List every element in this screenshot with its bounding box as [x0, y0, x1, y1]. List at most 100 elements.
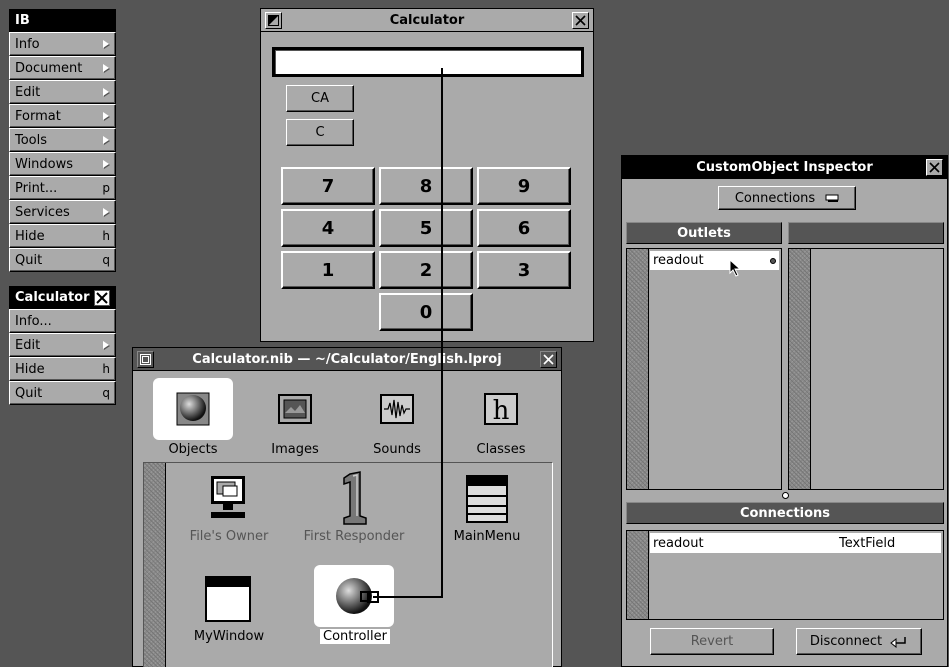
tab-images[interactable]: Images [255, 378, 335, 457]
menu-item-edit[interactable]: Edit [9, 333, 116, 357]
nib-document-window: Calculator.nib — ~/Calculator/English.lp… [132, 347, 562, 667]
menu-item-windows[interactable]: Windows [9, 152, 116, 176]
image-icon [278, 394, 312, 424]
object-icon-box [188, 469, 268, 527]
menu-item-quit[interactable]: Quit q [9, 248, 116, 272]
tab-label: Sounds [373, 442, 421, 457]
digit-label: 7 [321, 175, 335, 197]
menu-item-document[interactable]: Document [9, 56, 116, 80]
object-icon-box [294, 469, 414, 527]
tab-objects[interactable]: Objects [153, 378, 233, 457]
digit-5-button[interactable]: 5 [379, 209, 473, 247]
object-label: MainMenu [453, 529, 521, 544]
object-label: File's Owner [189, 529, 269, 544]
sphere-icon [336, 578, 372, 614]
outlets-header: Outlets [626, 222, 782, 244]
digit-0-button[interactable]: 0 [379, 293, 473, 331]
menu-item-label: Edit [15, 337, 41, 353]
object-icon-box [442, 469, 532, 527]
vertical-scroller[interactable] [627, 249, 649, 489]
outlets-column: readout [626, 248, 782, 490]
digit-6-button[interactable]: 6 [477, 209, 571, 247]
close-icon[interactable] [572, 12, 589, 29]
header-label: Connections [739, 505, 831, 521]
calculator-titlebar[interactable]: Calculator [261, 9, 593, 32]
menu-item-label: Document [15, 60, 83, 76]
inspector-titlebar[interactable]: CustomObject Inspector [622, 156, 947, 179]
vertical-scroller[interactable] [144, 463, 166, 667]
menu-item-info[interactable]: Info [9, 32, 116, 56]
return-key-icon [890, 636, 906, 648]
close-icon[interactable] [94, 289, 110, 306]
digit-7-button[interactable]: 7 [281, 167, 375, 205]
menu-item-edit[interactable]: Edit [9, 80, 116, 104]
tab-sounds[interactable]: Sounds [357, 378, 437, 457]
computer-icon [211, 476, 245, 518]
connected-dot-icon [770, 257, 776, 264]
tab-classes[interactable]: h Classes [461, 378, 541, 457]
nib-titlebar[interactable]: Calculator.nib — ~/Calculator/English.lp… [133, 348, 561, 371]
digit-3-button[interactable]: 3 [477, 251, 571, 289]
calculator-menu-title-label: Calculator [15, 290, 90, 305]
disconnect-button[interactable]: Disconnect [796, 628, 922, 655]
digit-4-button[interactable]: 4 [281, 209, 375, 247]
miniaturize-icon[interactable] [265, 12, 282, 29]
menu-item-shortcut: q [102, 386, 110, 400]
connections-list: readout TextField [626, 530, 944, 620]
button-label: Revert [690, 634, 734, 649]
object-label: MyWindow [193, 629, 265, 644]
menu-item-info[interactable]: Info... [9, 309, 116, 333]
waveform-icon [380, 394, 414, 424]
objects-view: File's Owner First Responder MainMenu My… [143, 462, 553, 667]
menu-item-shortcut: q [102, 253, 110, 267]
menu-item-print[interactable]: Print... p [9, 176, 116, 200]
close-icon[interactable] [540, 351, 557, 368]
menu-item-services[interactable]: Services [9, 200, 116, 224]
digit-label: 2 [419, 259, 433, 281]
connection-row[interactable]: readout TextField [650, 533, 941, 553]
connection-outlet: readout [653, 535, 704, 551]
calculator-menu-title[interactable]: Calculator [9, 286, 116, 309]
digit-label: 6 [517, 217, 531, 239]
menu-item-label: Quit [15, 385, 43, 401]
object-main-menu[interactable]: MainMenu [442, 469, 532, 544]
menu-item-quit[interactable]: Quit q [9, 381, 116, 405]
menu-item-hide[interactable]: Hide h [9, 357, 116, 381]
miniaturize-icon[interactable] [137, 351, 154, 368]
mouse-pointer-icon [729, 259, 742, 277]
tab-classes-icon-box: h [461, 378, 541, 440]
first-responder-icon [343, 471, 367, 525]
vertical-scroller[interactable] [789, 249, 811, 489]
outlet-row[interactable]: readout [650, 251, 779, 270]
vertical-scroller[interactable] [627, 531, 649, 619]
connections-header: Connections [626, 502, 944, 524]
split-view-dimple-icon[interactable] [782, 492, 789, 499]
inspector-mode-popup[interactable]: Connections [718, 186, 856, 210]
menu-item-hide[interactable]: Hide h [9, 224, 116, 248]
digit-1-button[interactable]: 1 [281, 251, 375, 289]
digit-9-button[interactable]: 9 [477, 167, 571, 205]
digit-label: 8 [419, 175, 433, 197]
outlet-name: readout [653, 253, 704, 268]
menu-item-tools[interactable]: Tools [9, 128, 116, 152]
revert-button[interactable]: Revert [650, 628, 774, 655]
tab-label: Classes [476, 442, 526, 457]
ib-menu-title[interactable]: IB [9, 9, 116, 32]
object-my-window[interactable]: MyWindow [188, 569, 270, 644]
digit-8-button[interactable]: 8 [379, 167, 473, 205]
menu-item-format[interactable]: Format [9, 104, 116, 128]
window-icon [205, 576, 251, 622]
clear-button[interactable]: C [286, 119, 354, 146]
clear-all-button[interactable]: CA [286, 85, 354, 112]
menu-item-label: Info... [15, 313, 52, 329]
menu-item-label: Hide [15, 361, 45, 377]
object-first-responder[interactable]: First Responder [294, 469, 414, 544]
button-label: C [315, 125, 325, 140]
submenu-arrow-icon [103, 112, 109, 120]
close-icon[interactable] [926, 159, 943, 176]
calculator-display[interactable] [272, 47, 584, 77]
object-files-owner[interactable]: File's Owner [188, 469, 270, 544]
object-controller[interactable]: Controller [314, 565, 396, 644]
object-label: First Responder [303, 529, 405, 544]
digit-2-button[interactable]: 2 [379, 251, 473, 289]
